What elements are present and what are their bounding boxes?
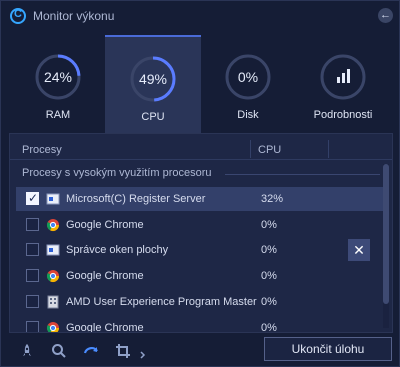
refresh-icon[interactable] [83,343,99,359]
chrome-icon [46,219,59,232]
column-divider [328,140,329,158]
table-row[interactable]: AMD User Experience Program Master 0% [16,290,384,314]
table-row[interactable]: Google Chrome 0% [16,213,384,237]
scrollbar[interactable] [383,164,389,328]
table-header: Procesy CPU [10,138,392,160]
chrome-icon [47,322,59,332]
disk-percent: 0% [237,69,259,85]
disk-label: Disk [237,109,259,121]
logo-icon [10,8,26,24]
chrome-icon [46,270,59,283]
back-arrow-icon[interactable]: ← [378,8,393,23]
scrollbar-thumb[interactable] [383,164,389,304]
process-name: AMD User Experience Program Master [66,296,257,308]
process-name: Microsoft(C) Register Server [66,193,206,205]
table-row[interactable]: Google Chrome 0% [16,316,384,333]
end-process-button[interactable]: ✕ [348,239,370,261]
process-name: Google Chrome [66,322,144,333]
table-row[interactable]: Google Chrome 0% [16,264,384,288]
titlebar: Monitor výkonu ← [1,1,400,31]
tab-disk[interactable]: 0% Disk [200,35,296,133]
group-label: Procesy s vysokým využitím procesoru [22,167,212,179]
end-task-button[interactable]: Ukončit úlohu [264,337,392,361]
process-panel: Procesy CPU Procesy s vysokým využitím p… [9,133,393,333]
cpu-label: CPU [141,111,165,123]
column-divider [250,140,251,158]
process-name: Google Chrome [66,219,144,231]
window-icon [46,244,60,256]
ram-percent: 24% [43,69,73,85]
process-cpu: 0% [261,322,277,333]
search-icon[interactable] [51,343,67,359]
process-cpu: 32% [261,193,284,205]
tab-details[interactable]: Podrobnosti [295,35,391,133]
metrics-tabs: 24% RAM 49% CPU 0% Disk Podrobnosti [1,35,400,133]
details-label: Podrobnosti [313,109,373,121]
group-divider [225,174,380,175]
window-icon [46,193,60,205]
table-row[interactable]: Microsoft(C) Register Server 32% [16,187,384,211]
bottom-toolbar: Ukončit úlohu [1,335,400,367]
row-checkbox[interactable] [26,243,39,256]
process-cpu: 0% [261,296,277,308]
performance-monitor-window: Monitor výkonu ← 24% RAM 49% CPU 0% [0,0,400,367]
building-icon [47,295,59,309]
process-name: Správce oken plochy [66,244,169,256]
bar-chart-icon [337,69,350,83]
cpu-percent: 49% [138,71,168,87]
row-checkbox[interactable] [26,269,39,282]
column-cpu[interactable]: CPU [258,144,281,156]
tab-ram[interactable]: 24% RAM [10,35,106,133]
table-row[interactable]: Správce oken plochy 0% ✕ [16,238,384,262]
row-checkbox[interactable] [26,191,39,205]
process-cpu: 0% [261,219,277,231]
process-cpu: 0% [261,270,277,282]
process-cpu: 0% [261,244,277,256]
tab-cpu[interactable]: 49% CPU [105,35,201,133]
chevron-right-icon[interactable] [139,343,147,359]
rocket-icon[interactable] [19,343,35,359]
row-checkbox[interactable] [26,218,39,231]
crop-icon[interactable] [115,343,131,359]
ram-label: RAM [45,109,71,121]
app-title: Monitor výkonu [33,9,115,23]
column-processes[interactable]: Procesy [22,144,62,156]
process-name: Google Chrome [66,270,144,282]
row-checkbox[interactable] [26,295,39,308]
row-checkbox[interactable] [26,321,39,332]
